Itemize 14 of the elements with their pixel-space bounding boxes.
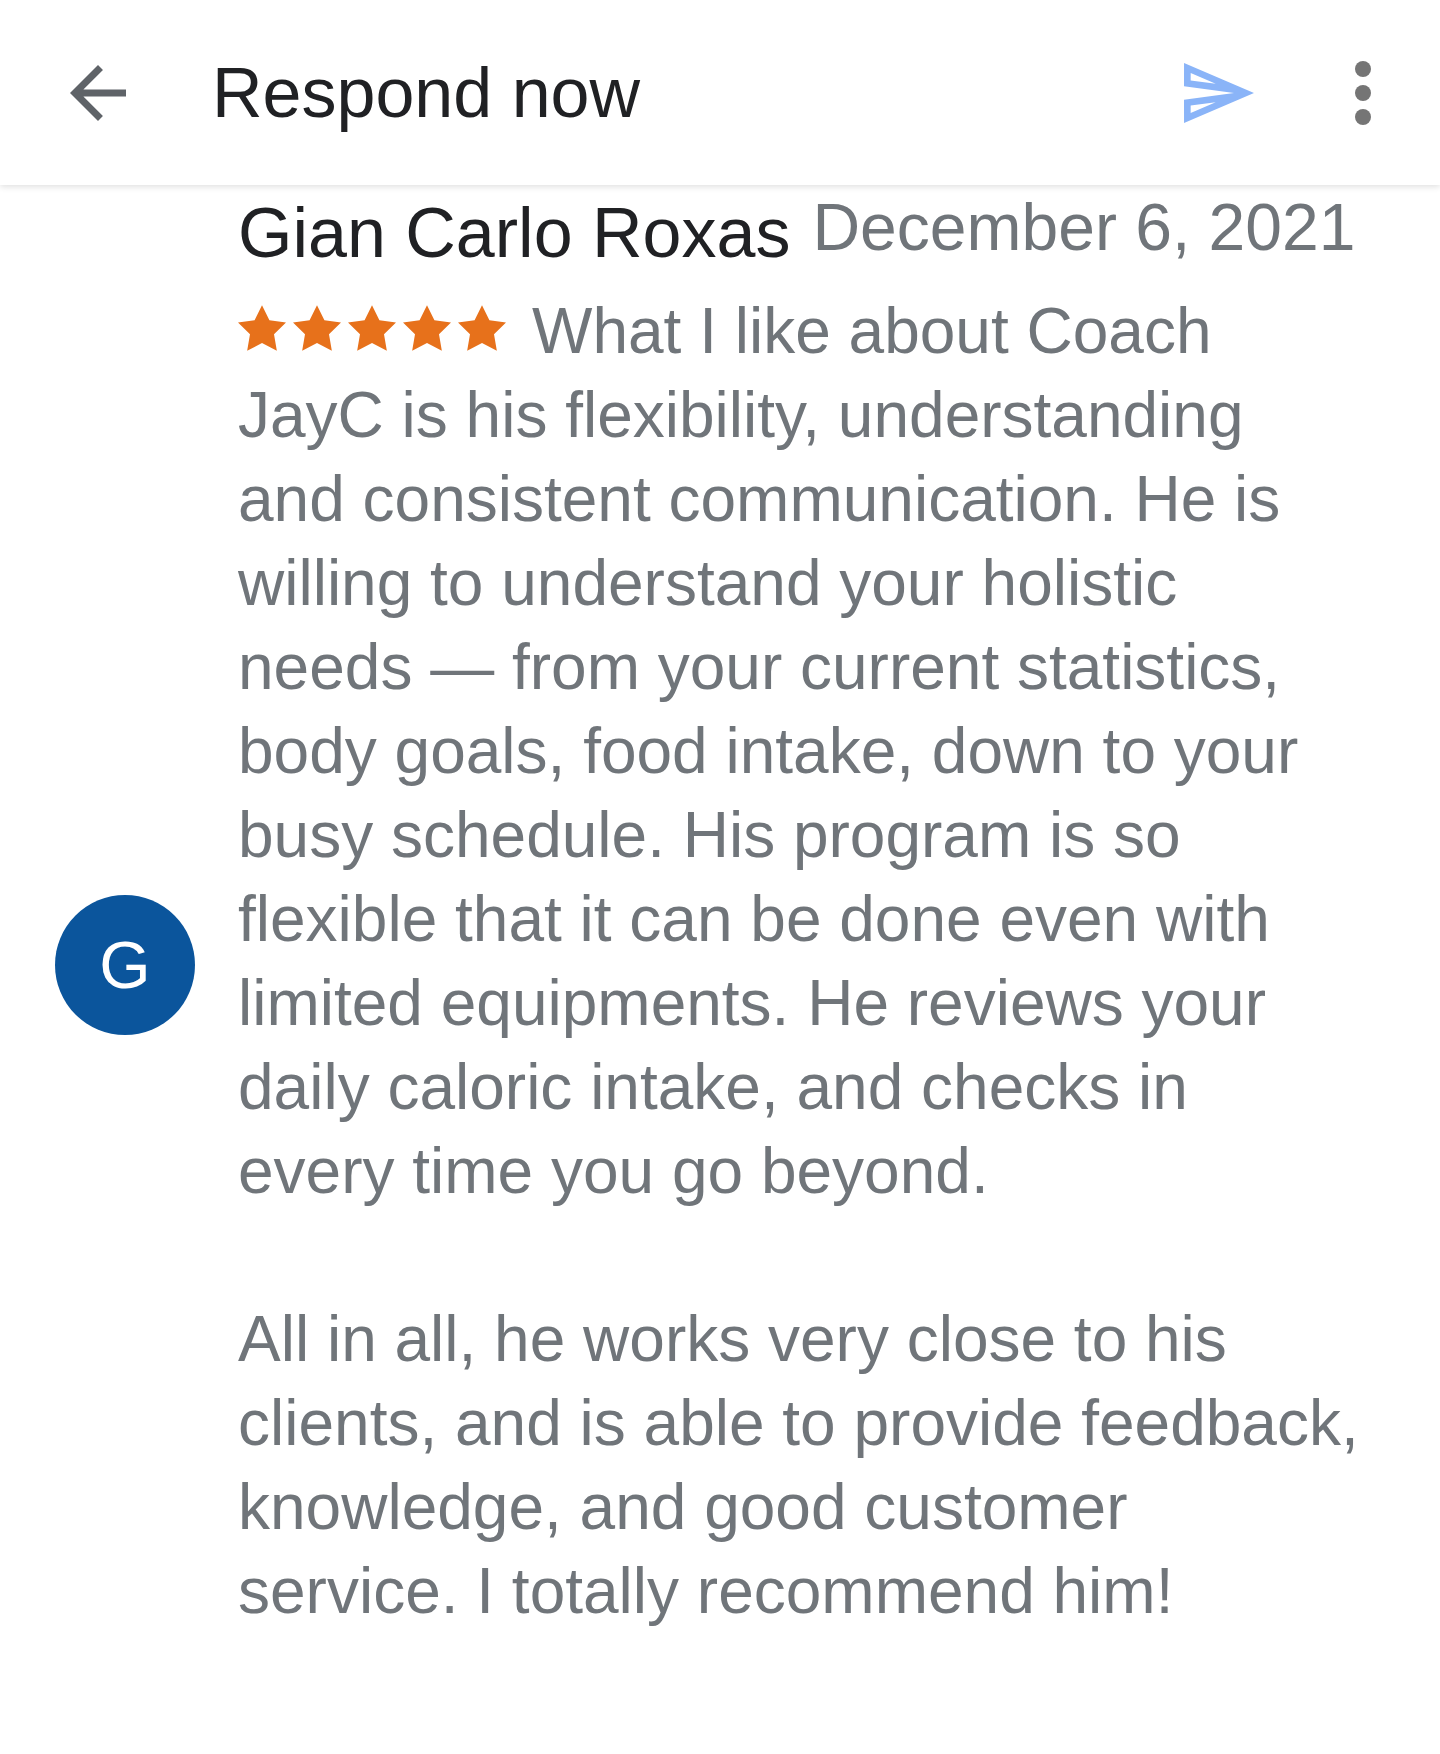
star-icon — [238, 305, 286, 351]
avatar: G — [55, 895, 195, 1035]
star-icon — [293, 305, 341, 351]
star-icon — [403, 305, 451, 351]
review-text: JayC is his flexibility, understanding and consistent communication. He is willing to understand your holistic needs — from your current statistics, body goals, food intake, down to your busy schedule. His program is so flexible that it can be done even with limited equipments. He reviews your daily caloric intake, and checks in every time you go beyond. — [238, 378, 1300, 1209]
review-text: What I like about Coach — [532, 294, 1212, 369]
arrow-left-icon[interactable] — [70, 64, 126, 121]
more-vertical-icon[interactable] — [1354, 60, 1372, 125]
review-text: All in all, he works very close to his clients, and is able to provide feedback, knowledge, and good customer service. I totally recommend him! — [238, 1302, 1360, 1629]
star-icon — [458, 305, 506, 351]
reviewer-name: Gian Carlo Roxas — [238, 193, 791, 274]
page-title: Respond now — [212, 52, 641, 134]
review-date: December 6, 2021 — [812, 191, 1356, 263]
star-icon — [348, 305, 396, 351]
